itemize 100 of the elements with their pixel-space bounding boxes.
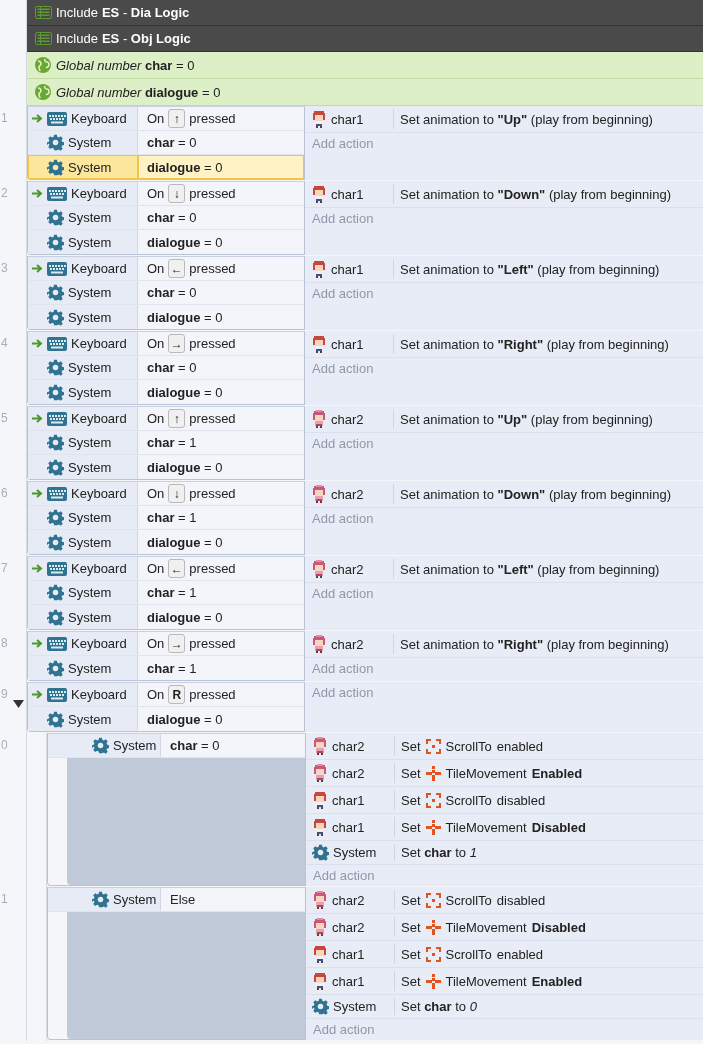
- condition-object-cell[interactable]: Keyboard: [28, 107, 138, 130]
- action-row[interactable]: System Set char to 0: [306, 995, 703, 1019]
- action-row[interactable]: char2 Set TileMovement Disabled: [306, 914, 703, 941]
- condition-object-cell[interactable]: Keyboard: [28, 632, 138, 655]
- action-row[interactable]: char1 Set animation to "Down" (play from beginning): [305, 181, 703, 208]
- condition-object-cell[interactable]: Keyboard: [28, 332, 138, 355]
- condition-object-cell[interactable]: Keyboard: [28, 257, 138, 280]
- condition-text: char = 1: [147, 435, 197, 450]
- condition-text: pressed: [189, 111, 236, 126]
- condition-object-cell[interactable]: System: [28, 656, 138, 680]
- condition-object-cell[interactable]: Keyboard: [28, 683, 138, 706]
- action-text: enabled: [496, 738, 544, 754]
- line-number: 3: [1, 261, 8, 275]
- condition-object-cell[interactable]: System: [48, 734, 161, 757]
- condition-object-cell[interactable]: System: [28, 356, 138, 379]
- include-row[interactable]: Include ES - Dia Logic: [27, 0, 703, 26]
- character-sprite-icon: [312, 818, 328, 836]
- expand-arrow-icon[interactable]: [13, 698, 24, 709]
- include-sheet-name: ES - Obj Logic: [101, 31, 191, 46]
- condition-object-cell[interactable]: System: [28, 605, 138, 629]
- gear-icon: [47, 233, 64, 251]
- object-name: char2: [331, 636, 364, 652]
- line-number: 7: [1, 561, 8, 575]
- condition-object-cell[interactable]: System: [28, 506, 138, 529]
- behavior-name: ScrollTo: [445, 946, 492, 962]
- action-row[interactable]: char1 Set TileMovement Disabled: [306, 814, 703, 841]
- condition-object-cell[interactable]: System: [28, 281, 138, 304]
- object-name: char1: [332, 819, 365, 835]
- keyboard-icon: [47, 261, 67, 276]
- action-row[interactable]: char2 Set TileMovement Enabled: [306, 760, 703, 787]
- condition-object-cell[interactable]: System: [28, 305, 138, 329]
- action-row[interactable]: char1 Set ScrollTo enabled: [306, 941, 703, 968]
- condition-text: char = 0: [147, 210, 197, 225]
- condition-text: char = 0: [147, 135, 197, 150]
- action-row[interactable]: char2 Set ScrollTo disabled: [306, 887, 703, 914]
- condition-text: char = 0: [147, 285, 197, 300]
- object-name: System: [68, 510, 112, 525]
- action-row[interactable]: char2 Set ScrollTo enabled: [306, 733, 703, 760]
- gear-icon: [47, 383, 64, 401]
- gear-icon: [47, 458, 64, 476]
- line-number: 8: [1, 636, 8, 650]
- condition-cell[interactable]: dialogue = 0: [138, 155, 304, 179]
- event-sheet-icon: [35, 6, 52, 19]
- global-variable-row[interactable]: Global number char = 0: [27, 52, 703, 79]
- global-variable-row[interactable]: Global number dialogue = 0: [27, 79, 703, 106]
- condition-object-cell[interactable]: System: [28, 431, 138, 454]
- include-row[interactable]: Include ES - Obj Logic: [27, 26, 703, 52]
- key-label: ←: [168, 259, 186, 278]
- gear-icon: [47, 509, 64, 526]
- include-label: Include: [56, 31, 98, 46]
- condition-object-cell[interactable]: System: [28, 581, 138, 604]
- object-name: System: [68, 585, 112, 600]
- condition-text: On: [147, 486, 165, 501]
- behavior-name: TileMovement: [445, 973, 527, 989]
- action-row[interactable]: char1 Set animation to "Left" (play from beginning): [305, 256, 703, 283]
- object-name: char1: [331, 111, 364, 127]
- keyboard-icon: [47, 411, 67, 426]
- condition-text: pressed: [189, 636, 236, 651]
- object-name: char1: [331, 186, 364, 202]
- action-row[interactable]: char2 Set animation to "Right" (play from beginning): [305, 631, 703, 658]
- behavior-name: ScrollTo: [445, 738, 492, 754]
- condition-object-cell[interactable]: System: [28, 707, 138, 731]
- object-name: System: [68, 459, 112, 475]
- action-row[interactable]: char1 Set animation to "Right" (play from beginning): [305, 331, 703, 358]
- key-label: ←: [168, 559, 186, 578]
- include-sheet-name: ES - Dia Logic: [101, 5, 190, 20]
- condition-object-cell[interactable]: Keyboard: [28, 407, 138, 430]
- condition-object-cell[interactable]: System: [28, 455, 138, 479]
- condition-object-cell[interactable]: System: [28, 230, 138, 254]
- gear-icon: [92, 891, 109, 908]
- condition-object-cell[interactable]: System: [28, 380, 138, 404]
- condition-object-cell[interactable]: Keyboard: [28, 557, 138, 580]
- condition-text: On: [147, 186, 165, 201]
- object-name: System: [333, 999, 377, 1014]
- object-name: Keyboard: [71, 561, 127, 576]
- action-row[interactable]: char2 Set animation to "Left" (play from beginning): [305, 556, 703, 583]
- action-text: disabled: [496, 792, 546, 808]
- condition-object-cell[interactable]: System: [48, 888, 161, 911]
- action-text: Disabled: [531, 919, 586, 935]
- action-row[interactable]: char2 Set animation to "Down" (play from beginning): [305, 481, 703, 508]
- condition-text: On: [147, 261, 165, 276]
- object-name: Keyboard: [71, 687, 127, 702]
- action-row[interactable]: System Set char to 1: [306, 841, 703, 865]
- condition-object-cell[interactable]: System: [28, 530, 138, 554]
- action-row[interactable]: char1 Set TileMovement Enabled: [306, 968, 703, 995]
- object-name: System: [68, 435, 112, 450]
- gear-icon: [47, 710, 64, 728]
- action-row[interactable]: char1 Set ScrollTo disabled: [306, 787, 703, 814]
- condition-text: dialogue = 0: [147, 384, 223, 400]
- object-name: char2: [332, 765, 365, 781]
- condition-text: pressed: [189, 186, 236, 201]
- condition-object-cell[interactable]: System: [28, 131, 138, 154]
- character-sprite-icon: [312, 891, 328, 909]
- action-row[interactable]: char2 Set animation to "Up" (play from beginning): [305, 406, 703, 433]
- condition-object-cell[interactable]: Keyboard: [28, 182, 138, 205]
- condition-object-cell[interactable]: Keyboard: [28, 482, 138, 505]
- condition-object-cell[interactable]: System: [28, 206, 138, 229]
- action-row[interactable]: char1 Set animation to "Up" (play from beginning): [305, 106, 703, 133]
- condition-text: On: [147, 687, 165, 702]
- condition-object-cell[interactable]: System: [28, 155, 138, 179]
